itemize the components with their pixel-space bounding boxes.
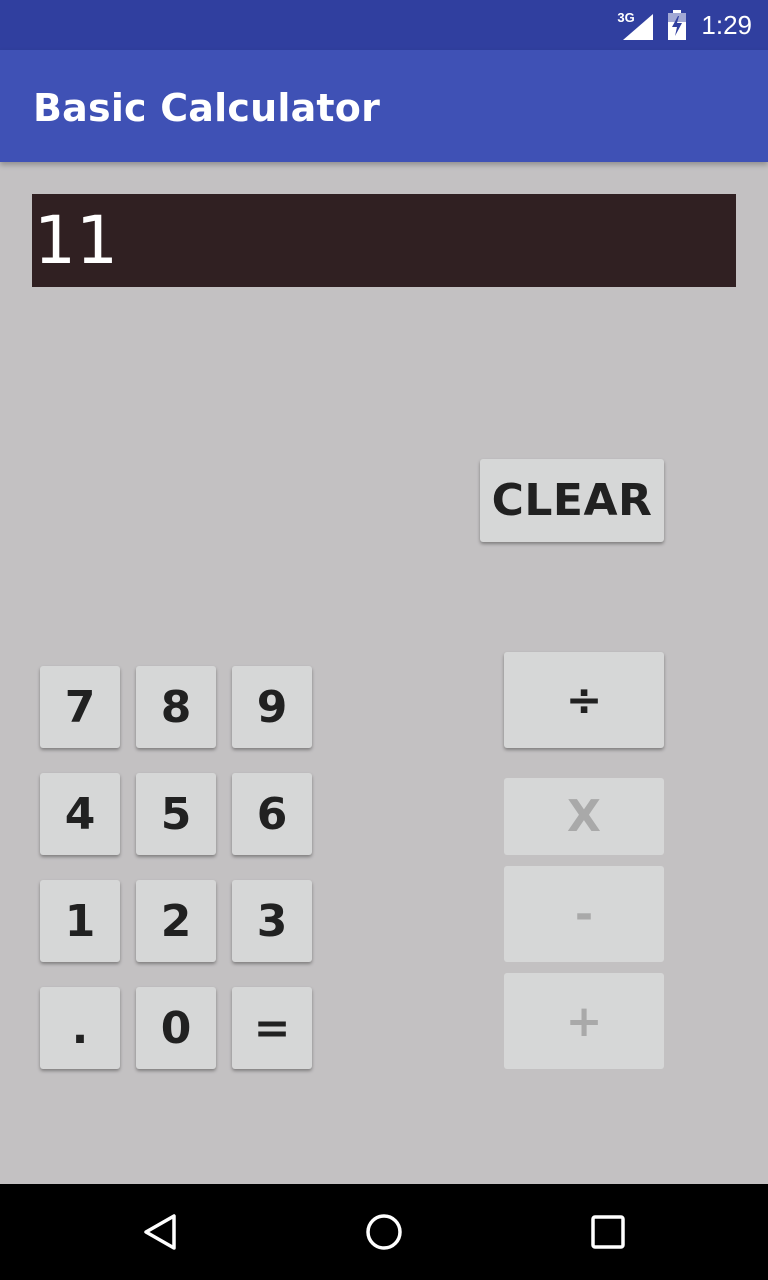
navigation-bar [0, 1184, 768, 1280]
back-icon[interactable] [140, 1212, 180, 1252]
digit-6-button[interactable]: 6 [232, 773, 312, 855]
recents-icon[interactable] [588, 1212, 628, 1252]
status-icons: 3G 1:29 [617, 0, 752, 50]
clear-button[interactable]: CLEAR [480, 459, 664, 542]
digit-7-button[interactable]: 7 [40, 666, 120, 748]
digit-3-button[interactable]: 3 [232, 880, 312, 962]
signal-indicator: 3G [617, 10, 654, 40]
signal-icon [623, 14, 654, 40]
status-bar: 3G 1:29 [0, 0, 768, 50]
digit-8-button[interactable]: 8 [136, 666, 216, 748]
decimal-point-button[interactable]: . [40, 987, 120, 1069]
digit-2-button[interactable]: 2 [136, 880, 216, 962]
subtract-button[interactable]: - [504, 866, 664, 962]
digit-9-button[interactable]: 9 [232, 666, 312, 748]
digit-1-button[interactable]: 1 [40, 880, 120, 962]
battery-charging-icon [668, 10, 687, 40]
app-bar: Basic Calculator [0, 50, 768, 162]
clock-time: 1:29 [701, 9, 752, 40]
divide-button[interactable]: ÷ [504, 652, 664, 748]
multiply-button[interactable]: X [504, 778, 664, 855]
digit-5-button[interactable]: 5 [136, 773, 216, 855]
app-title: Basic Calculator [33, 86, 381, 130]
home-icon[interactable] [364, 1212, 404, 1252]
digit-4-button[interactable]: 4 [40, 773, 120, 855]
equals-button[interactable]: = [232, 987, 312, 1069]
result-display: 11 [32, 194, 736, 287]
add-button[interactable]: + [504, 973, 664, 1069]
digit-0-button[interactable]: 0 [136, 987, 216, 1069]
